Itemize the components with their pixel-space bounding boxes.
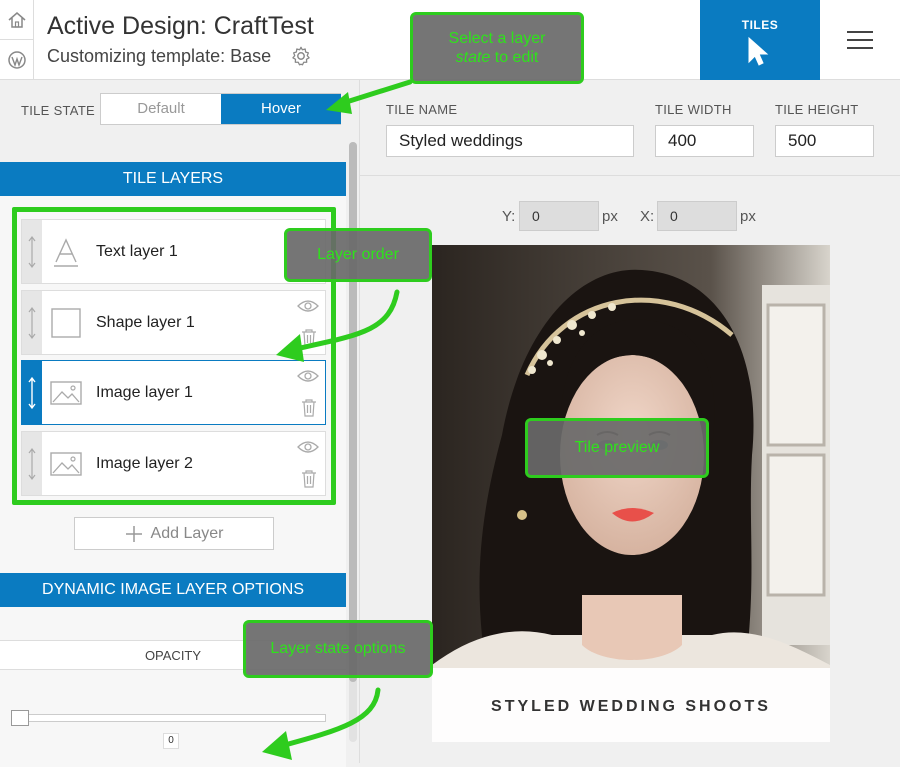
wordpress-icon [8, 51, 26, 69]
callout-select-state: Select a layer state to edit [410, 12, 584, 84]
hamburger-icon [847, 31, 873, 49]
cursor-icon [748, 36, 769, 66]
page-title: Active Design: CraftTest [47, 12, 314, 40]
state-hover-option[interactable]: Hover [221, 94, 341, 124]
x-input[interactable]: 0 [657, 201, 737, 231]
y-unit: px [602, 208, 618, 225]
callout-emphasis: state [455, 49, 491, 66]
tile-height-label: TILE HEIGHT [775, 102, 859, 117]
add-layer-label: Add Layer [150, 524, 224, 542]
callout-layer-state-options: Layer state options [243, 620, 433, 678]
tile-name-input[interactable]: Styled weddings [386, 125, 634, 157]
icon-rail [0, 0, 34, 80]
gear-icon[interactable] [290, 45, 312, 67]
tile-state-label: TILE STATE [21, 103, 96, 118]
tile-state-toggle: Default Hover [100, 93, 341, 125]
tile-layers-heading: TILE LAYERS [0, 162, 346, 196]
tile-height-input[interactable]: 500 [775, 125, 874, 157]
divider [360, 175, 900, 176]
state-default-option[interactable]: Default [101, 94, 221, 124]
tile-preview[interactable]: STYLED WEDDING SHOOTS [432, 245, 830, 742]
y-input[interactable]: 0 [519, 201, 599, 231]
tiles-label: TILES [741, 18, 779, 32]
callout-text: to edit [494, 49, 539, 66]
opacity-slider-track[interactable] [14, 714, 326, 722]
template-subtitle: Customizing template: Base [47, 46, 272, 66]
opacity-value: 0 [163, 733, 179, 749]
callout-layer-order: Layer order [284, 228, 432, 282]
callout-text: Select a layer [448, 29, 546, 47]
x-label: X: [640, 208, 655, 225]
dynamic-image-options-heading: DYNAMIC IMAGE LAYER OPTIONS [0, 573, 346, 607]
tile-width-label: TILE WIDTH [655, 102, 732, 117]
x-unit: px [740, 208, 756, 225]
hamburger-menu-button[interactable] [820, 0, 900, 80]
tile-caption: STYLED WEDDING SHOOTS [491, 698, 771, 715]
opacity-slider-handle[interactable] [11, 710, 29, 726]
tile-name-label: TILE NAME [386, 102, 458, 117]
plus-icon [125, 525, 142, 542]
callout-tile-preview: Tile preview [525, 418, 709, 478]
add-layer-button[interactable]: Add Layer [74, 517, 274, 550]
home-button[interactable] [0, 0, 34, 40]
scrollbar-thumb[interactable] [349, 142, 357, 682]
y-label: Y: [502, 208, 516, 225]
wordpress-button[interactable] [0, 40, 34, 80]
home-icon [8, 11, 26, 28]
tile-width-input[interactable]: 400 [655, 125, 754, 157]
tiles-button[interactable]: TILES [700, 0, 820, 80]
